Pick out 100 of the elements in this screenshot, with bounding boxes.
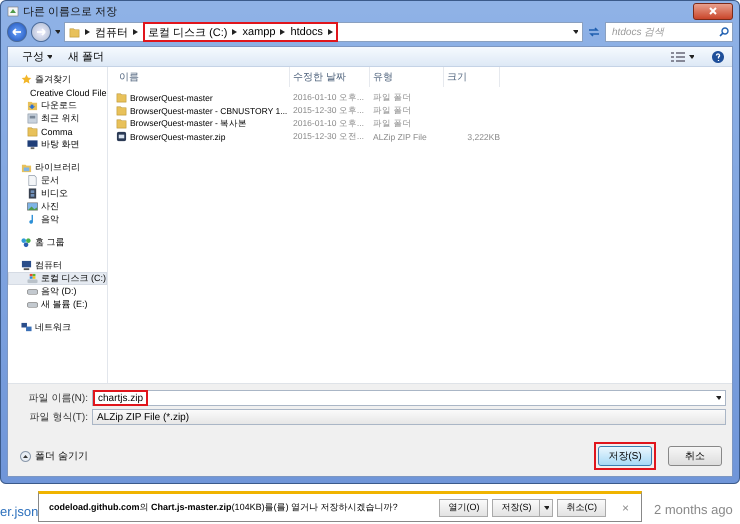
nav-item[interactable]: 최근 위치 [8,112,107,125]
history-dropdown-icon [55,29,60,35]
nav-group[interactable]: 즐겨찾기 [8,73,107,86]
view-list-icon[interactable] [671,52,685,62]
nav-item[interactable]: Comma [8,125,107,138]
cancel-button[interactable]: 취소(C) [557,498,606,516]
dropdown-icon [573,29,578,35]
file-link[interactable]: er.json [0,504,38,519]
nav-item[interactable]: 바탕 화면 [8,138,107,151]
filetype-dropdown[interactable]: ALZip ZIP File (*.zip) [92,409,726,425]
nav-item[interactable]: 로컬 디스크 (C:) [8,272,107,285]
computer-icon [21,260,32,271]
nav-item[interactable]: 음악 (D:) [8,285,107,298]
address-bar[interactable]: 컴퓨터 로컬 디스크 (C:) xampp htdocs [64,22,583,42]
close-button[interactable]: × [616,500,635,516]
nav-group[interactable]: 홈 그룹 [8,236,107,249]
chevron-right-icon [232,29,238,35]
nav-group[interactable]: 라이브러리 [8,161,107,174]
nav-item[interactable]: 음악 [8,213,107,226]
breadcrumb[interactable]: 컴퓨터 [95,24,128,40]
commit-time: 2 months ago [654,502,733,517]
nav-item[interactable]: 다운로드 [8,99,107,112]
file-date: 2016-01-10 오후... [292,92,364,104]
close-icon [709,7,717,15]
filename-field[interactable]: chartjs.zip [92,390,726,406]
nav-group[interactable]: 네트워크 [8,321,107,334]
chevron-right-icon [280,29,286,35]
file-date: 2015-12-30 오전... [292,130,364,142]
search-field[interactable]: htdocs 검색 [605,22,733,42]
file-name[interactable]: BrowserQuest-master - 복사본 [116,118,248,130]
nav-item[interactable]: 사진 [8,200,107,213]
download-folder-icon [27,100,38,111]
document-icon [27,175,38,186]
forward-button[interactable] [31,22,51,42]
file-date: 2016-01-10 오후... [292,118,364,130]
star-icon [21,74,32,85]
search-icon [719,27,729,37]
arrow-left-icon [12,27,22,37]
file-type: 파일 폴더 [372,104,412,116]
breadcrumb[interactable]: xampp [242,26,276,38]
open-button[interactable]: 열기(O) [439,498,488,516]
hide-folders-button[interactable]: 폴더 숨기기 [14,448,94,464]
nav-item[interactable]: Creative Cloud File [8,86,107,99]
library-icon [21,162,32,173]
column-header[interactable]: 크기 [444,67,500,87]
nav-item[interactable]: 문서 [8,174,107,187]
arrow-right-icon [36,27,46,37]
photo-icon [27,201,38,212]
caret-icon [689,54,694,60]
refresh-icon[interactable] [587,26,601,38]
chevron-right-icon [133,29,138,35]
save-options-button[interactable] [539,498,554,516]
breadcrumb[interactable]: htdocs [290,26,323,38]
network-icon [21,322,32,333]
chevron-right-icon [328,29,333,35]
folder-icon [116,105,127,116]
breadcrumb[interactable]: 로컬 디스크 (C:) [148,24,228,40]
back-button[interactable] [7,22,27,42]
chevron-right-icon [85,29,90,35]
film-icon [27,188,38,199]
file-size: 3,222KB [466,132,500,142]
caret-icon [544,504,549,510]
nav-item[interactable]: 비디오 [8,187,107,200]
file-type: ALZip ZIP File [372,132,427,142]
collapse-icon [20,450,31,462]
download-message: codeload.github.com의 Chart.js-master.zip(104KB)를(를) 열거나 저장하시겠습니까? [49,501,398,514]
file-name[interactable]: BrowserQuest-master [116,92,213,103]
column-header[interactable]: 이름 [116,67,290,87]
file-type: 파일 폴더 [372,118,412,130]
organize-button[interactable]: 구성 [16,49,58,64]
window-title: 다른 이름으로 저장 [23,4,118,18]
folder-icon [69,26,80,38]
dropdown-icon [716,394,721,400]
monitor-icon [27,139,38,150]
save-button[interactable]: 저장(S) [492,498,540,516]
nav-group[interactable]: 컴퓨터 [8,259,107,272]
folder-icon [116,92,127,103]
recent-places-icon [27,113,38,124]
new-folder-button[interactable]: 새 폴더 [62,49,110,64]
filename-value: chartjs.zip [93,390,148,406]
field-label: 파일 이름(N): [28,392,88,405]
archive-icon [116,131,127,142]
dialog-button[interactable]: 저장(S) [598,446,652,466]
caret-icon [47,54,52,60]
file-name[interactable]: BrowserQuest-master - CBNUSTORY 1... [116,105,288,116]
app-icon [7,5,19,17]
system-drive-icon [27,273,38,284]
file-name[interactable]: BrowserQuest-master.zip [116,131,226,142]
column-header[interactable]: 수정한 날짜 [290,67,370,87]
help-icon[interactable] [712,50,724,62]
folder-icon [27,126,38,137]
column-header[interactable]: 유형 [370,67,444,87]
homegroup-icon [21,237,32,248]
nav-item[interactable]: 새 볼륨 (E:) [8,298,107,311]
file-date: 2015-12-30 오후... [292,104,364,116]
field-label: 파일 형식(T): [28,411,88,424]
folder-icon [116,118,127,129]
dialog-button[interactable]: 취소 [668,446,722,466]
file-type: 파일 폴더 [372,92,412,104]
close-button[interactable] [693,2,733,20]
